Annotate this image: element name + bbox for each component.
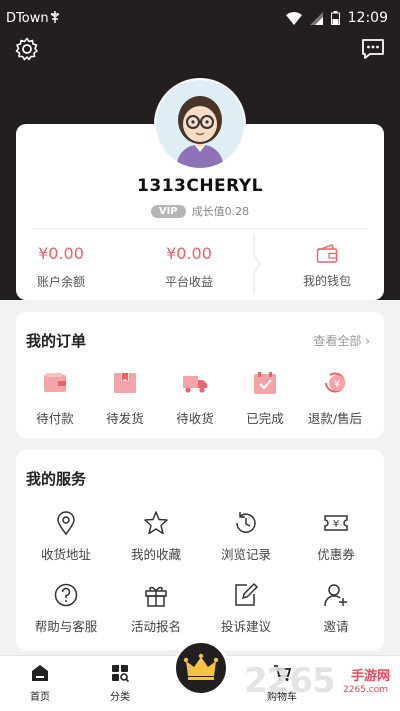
order-pending-payment[interactable]: 待付款 — [20, 370, 90, 427]
service-label: 优惠券 — [317, 547, 355, 562]
gift-icon — [145, 586, 167, 607]
refund-icon: ¥ — [325, 372, 345, 393]
nav-home-label: 首页 — [30, 692, 50, 703]
order-pending-shipment[interactable]: 待发货 — [90, 370, 160, 427]
service-favorites[interactable]: 我的收藏 — [111, 510, 201, 563]
orders-card: 我的订单 查看全部 › 待付款 待发货 待收货 已完成 ¥ 退款/售后 — [16, 312, 384, 438]
service-help[interactable]: 帮助与客服 — [21, 582, 111, 635]
signal-icon — [309, 11, 323, 25]
service-events[interactable]: 活动报名 — [111, 582, 201, 635]
service-feedback[interactable]: 投诉建议 — [201, 582, 291, 635]
vip-badge: VIP — [150, 204, 186, 218]
svg-text:¥: ¥ — [333, 519, 339, 530]
nav-member-crown-button[interactable] — [173, 640, 229, 696]
service-address[interactable]: 收货地址 — [21, 510, 111, 563]
wallet-icon — [44, 373, 66, 392]
check-calendar-icon — [254, 372, 276, 394]
edit-icon — [235, 582, 259, 606]
service-coupons[interactable]: ¥ 优惠券 — [291, 510, 381, 563]
help-icon — [54, 583, 78, 607]
home-icon — [32, 665, 48, 681]
nav-category[interactable]: 分类 — [90, 664, 150, 703]
wallet-icon — [316, 244, 338, 263]
vip-row: VIP 成长值0.28 — [16, 203, 384, 219]
box-icon — [114, 373, 136, 393]
separator-arrow — [253, 234, 261, 294]
services-card: 我的服务 收货地址 我的收藏 浏览记录 ¥ 优惠券 帮助与客服 活动报名 投诉建… — [16, 450, 384, 650]
order-label: 已完成 — [246, 411, 284, 426]
platform-income-amount: ¥0.00 — [166, 244, 212, 263]
platform-income-label: 平台收益 — [164, 275, 213, 289]
service-history[interactable]: 浏览记录 — [201, 510, 291, 563]
service-label: 投诉建议 — [220, 619, 271, 634]
growth-value: 成长值0.28 — [191, 205, 250, 218]
status-bar: DTown 12:09 — [0, 0, 400, 36]
order-refund[interactable]: ¥ 退款/售后 — [300, 370, 370, 427]
wallet-label: 我的钱包 — [302, 274, 351, 288]
order-completed[interactable]: 已完成 — [230, 370, 300, 427]
avatar[interactable] — [156, 80, 244, 168]
crown-icon — [183, 653, 219, 680]
signal-tower-icon — [50, 11, 60, 23]
avatar-illustration — [156, 80, 244, 168]
star-icon — [144, 511, 168, 535]
service-label: 浏览记录 — [220, 547, 271, 562]
cart-icon — [274, 665, 291, 681]
chevron-right-icon: › — [365, 334, 370, 348]
my-wallet[interactable]: 我的钱包 — [284, 244, 370, 289]
order-label: 待收货 — [176, 411, 214, 426]
category-grid-icon — [112, 665, 129, 682]
truck-icon — [183, 376, 207, 393]
service-label: 帮助与客服 — [34, 619, 98, 634]
battery-icon — [330, 11, 340, 25]
orders-title: 我的订单 — [26, 332, 87, 350]
account-balance-label: 账户余额 — [36, 275, 85, 289]
account-balance-amount: ¥0.00 — [38, 244, 84, 263]
order-label: 退款/售后 — [307, 411, 363, 426]
services-title: 我的服务 — [26, 470, 87, 488]
view-all-label: 查看全部 — [313, 334, 362, 348]
order-label: 待发货 — [106, 411, 144, 426]
nav-home[interactable]: 首页 — [10, 664, 70, 703]
nav-category-label: 分类 — [110, 692, 130, 703]
carrier-name: DTown — [6, 11, 49, 26]
svg-text:¥: ¥ — [334, 379, 340, 390]
coupon-icon: ¥ — [324, 515, 348, 531]
service-label: 收货地址 — [40, 547, 91, 562]
service-label: 我的收藏 — [130, 547, 181, 562]
message-icon[interactable] — [360, 36, 386, 62]
settings-gear-icon[interactable] — [14, 36, 40, 62]
location-icon — [57, 511, 75, 536]
account-balance[interactable]: ¥0.00 账户余额 — [6, 244, 116, 290]
add-user-icon — [324, 584, 347, 607]
username: 1313CHERYL — [137, 176, 263, 196]
service-label: 邀请 — [323, 619, 349, 634]
order-label: 待付款 — [36, 411, 74, 426]
clock: 12:09 — [347, 10, 388, 26]
wifi-icon — [285, 11, 302, 25]
service-invite[interactable]: 邀请 — [291, 582, 381, 635]
service-label: 活动报名 — [130, 619, 181, 634]
order-pending-receipt[interactable]: 待收货 — [160, 370, 230, 427]
nav-cart[interactable]: 购物车 — [252, 664, 312, 703]
platform-income[interactable]: ¥0.00 平台收益 — [134, 244, 244, 290]
history-icon — [236, 512, 256, 533]
view-all-orders-link[interactable]: 查看全部 › — [313, 332, 370, 349]
nav-cart-label: 购物车 — [267, 692, 297, 703]
divider — [32, 228, 368, 229]
